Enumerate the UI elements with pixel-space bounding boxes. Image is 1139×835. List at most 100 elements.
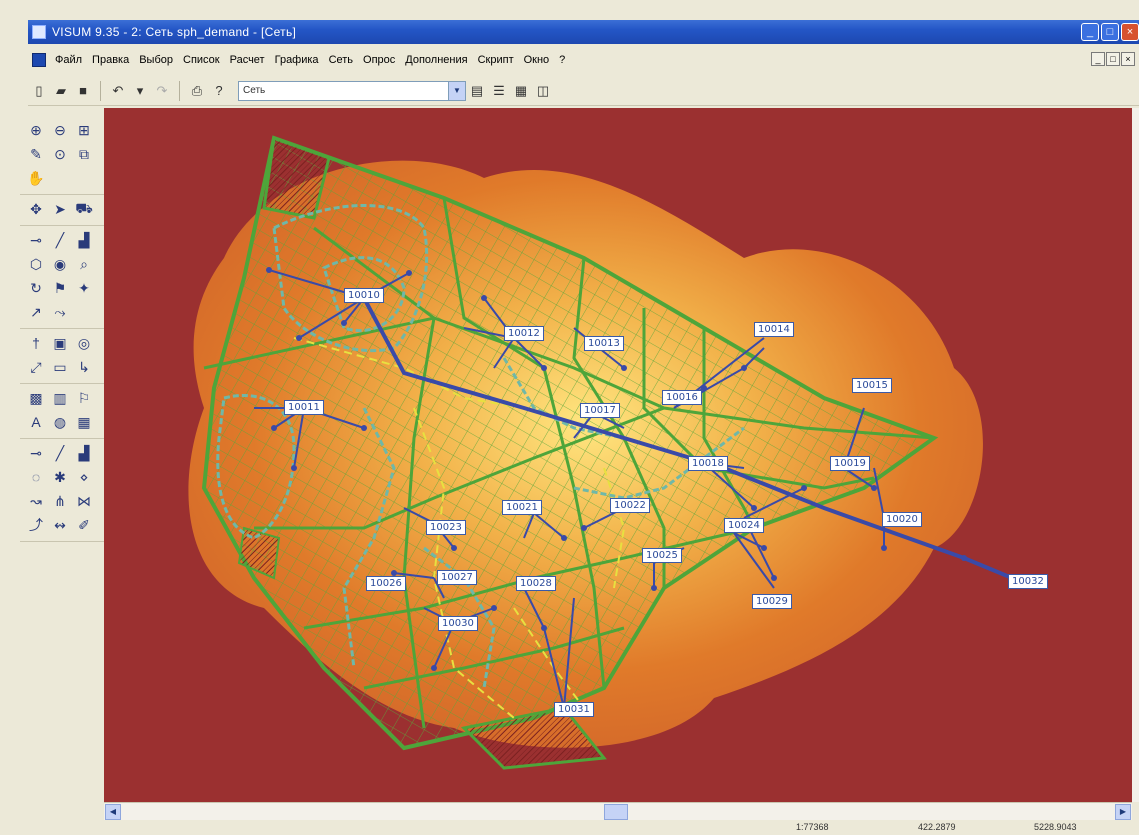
undo-icon[interactable]: ↶ — [109, 82, 127, 100]
node-label[interactable]: 10025 — [642, 548, 682, 563]
list-view-icon[interactable]: ☰ — [490, 82, 508, 100]
stop-area-icon[interactable]: ▣ — [50, 333, 70, 353]
redo-icon[interactable]: ↷ — [153, 82, 171, 100]
menu-graphics[interactable]: Графика — [270, 54, 324, 66]
save-icon[interactable]: ■ — [74, 82, 92, 100]
zoom-extent-icon[interactable]: ⊞ — [74, 120, 94, 140]
node-label[interactable]: 10011 — [284, 400, 324, 415]
graph-view-icon[interactable]: ◫ — [534, 82, 552, 100]
layer-select[interactable]: Сеть ▼ — [238, 80, 466, 101]
doc-restore-button[interactable]: □ — [1106, 52, 1120, 66]
zone-tool-icon[interactable]: ⬡ — [26, 254, 46, 274]
globe-icon[interactable]: ◍ — [50, 412, 70, 432]
help-pointer-icon[interactable]: ? — [210, 82, 228, 100]
node-label[interactable]: 10012 — [504, 326, 544, 341]
node-label[interactable]: 10021 — [502, 500, 542, 515]
maximize-button[interactable]: □ — [1101, 23, 1119, 41]
turn-arrow-icon[interactable]: ↳ — [74, 357, 94, 377]
link-analysis-icon[interactable]: ⊸ — [26, 443, 46, 463]
close-button[interactable]: × — [1121, 23, 1139, 41]
link-tool-icon[interactable]: ╱ — [50, 230, 70, 250]
node-label[interactable]: 10022 — [610, 498, 650, 513]
node-label[interactable]: 10028 — [516, 576, 556, 591]
move-icon[interactable]: ✥ — [26, 199, 46, 219]
node-label[interactable]: 10027 — [437, 570, 477, 585]
map-icon[interactable]: ▩ — [26, 388, 46, 408]
pencil-icon[interactable]: ✎ — [26, 144, 46, 164]
route-icon[interactable]: ⤴ — [26, 515, 46, 535]
merge-icon[interactable]: ⋈ — [74, 491, 94, 511]
menu-calculate[interactable]: Расчет — [225, 54, 270, 66]
spider-icon[interactable]: ⋄ — [74, 467, 94, 487]
path-tool-icon[interactable]: ⤳ — [50, 302, 70, 322]
node-label[interactable]: 10014 — [754, 322, 794, 337]
flag-icon[interactable]: ⚐ — [74, 388, 94, 408]
pointer-icon[interactable]: ➤ — [50, 199, 70, 219]
menu-network[interactable]: Сеть — [324, 54, 358, 66]
node-label[interactable]: 10030 — [438, 616, 478, 631]
node-label[interactable]: 10031 — [554, 702, 594, 717]
vehicle-icon[interactable]: ⛟ — [74, 199, 94, 219]
menu-edit[interactable]: Правка — [87, 54, 134, 66]
line-route-icon[interactable]: ↗ — [26, 302, 46, 322]
bundle-icon[interactable]: ✱ — [50, 467, 70, 487]
split-icon[interactable]: ⋔ — [50, 491, 70, 511]
scroll-right-icon[interactable]: ▶ — [1115, 804, 1131, 820]
network-view-icon[interactable]: ▤ — [468, 82, 486, 100]
text-tool-icon[interactable]: A — [26, 412, 46, 432]
menu-survey[interactable]: Опрос — [358, 54, 400, 66]
undo-dropdown-icon[interactable]: ▾ — [131, 82, 149, 100]
walk-link-icon[interactable]: ⤢ — [26, 357, 46, 377]
poi-tool-icon[interactable]: ⚑ — [50, 278, 70, 298]
node-label[interactable]: 10026 — [366, 576, 406, 591]
node-label[interactable]: 10029 — [752, 594, 792, 609]
scroll-thumb[interactable] — [604, 804, 628, 820]
node-label[interactable]: 10017 — [580, 403, 620, 418]
station-icon[interactable]: ◎ — [74, 333, 94, 353]
node-tool-icon[interactable]: ⊸ — [26, 230, 46, 250]
table-icon[interactable]: ▦ — [74, 412, 94, 432]
flow-icon[interactable]: ╱ — [50, 443, 70, 463]
menu-window[interactable]: Окно — [519, 54, 555, 66]
node-label[interactable]: 10015 — [852, 378, 892, 393]
stop-tool-icon[interactable]: ✦ — [74, 278, 94, 298]
document-icon[interactable] — [32, 53, 46, 67]
matrix-view-icon[interactable]: ▦ — [512, 82, 530, 100]
zoom-window-icon[interactable]: ⊙ — [50, 144, 70, 164]
network-map[interactable]: 10010 10011 10012 10013 10014 10015 1001… — [104, 108, 1132, 802]
vertical-scrollbar[interactable] — [1132, 108, 1139, 802]
menu-file[interactable]: Файл — [50, 54, 87, 66]
isochrone-icon[interactable]: ◌ — [26, 467, 46, 487]
connector-tool-icon[interactable]: ◉ — [50, 254, 70, 274]
node-label[interactable]: 10013 — [584, 336, 624, 351]
node-label[interactable]: 10024 — [724, 518, 764, 533]
menu-help[interactable]: ? — [554, 54, 570, 66]
node-label[interactable]: 10023 — [426, 520, 466, 535]
node-label[interactable]: 10032 — [1008, 574, 1048, 589]
new-file-icon[interactable]: ▯ — [30, 82, 48, 100]
menu-extras[interactable]: Дополнения — [400, 54, 472, 66]
menu-select[interactable]: Выбор — [134, 54, 178, 66]
node-label[interactable]: 10016 — [662, 390, 702, 405]
chart-tool-icon[interactable]: ▟ — [74, 230, 94, 250]
node-label[interactable]: 10018 — [688, 456, 728, 471]
search-icon[interactable]: ⌕ — [74, 254, 94, 274]
horizontal-scrollbar[interactable]: ◀ ▶ — [104, 802, 1132, 820]
doc-minimize-button[interactable]: _ — [1091, 52, 1105, 66]
node-label[interactable]: 10020 — [882, 512, 922, 527]
chevron-down-icon[interactable]: ▼ — [448, 81, 465, 100]
brush-icon[interactable]: ✐ — [74, 515, 94, 535]
shortest-path-icon[interactable]: ↝ — [26, 491, 46, 511]
menu-list[interactable]: Список — [178, 54, 225, 66]
bus-icon[interactable]: ▭ — [50, 357, 70, 377]
open-folder-icon[interactable]: ▰ — [52, 82, 70, 100]
stop-point-icon[interactable]: † — [26, 333, 46, 353]
node-label[interactable]: 10010 — [344, 288, 384, 303]
scroll-left-icon[interactable]: ◀ — [105, 804, 121, 820]
pan-hand-icon[interactable]: ✋ — [26, 168, 46, 188]
layers-icon[interactable]: ▥ — [50, 388, 70, 408]
zoom-previous-icon[interactable]: ⧉ — [74, 144, 94, 164]
join-icon[interactable]: ↭ — [50, 515, 70, 535]
zoom-out-icon[interactable]: ⊖ — [50, 120, 70, 140]
minimize-button[interactable]: _ — [1081, 23, 1099, 41]
